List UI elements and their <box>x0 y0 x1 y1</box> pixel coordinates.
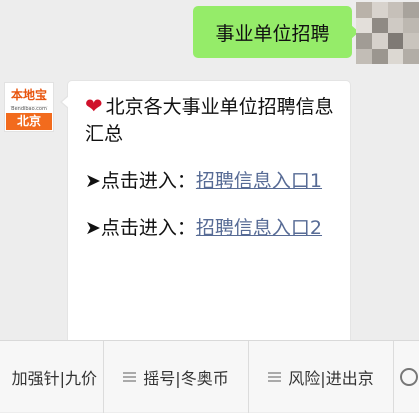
bendibao-domain: Bendibao.com <box>11 106 47 112</box>
menu-item-label: 风险|进出京 <box>288 368 374 388</box>
bendibao-avatar[interactable]: 本地宝 Bendibao.com 北京 <box>4 82 54 132</box>
entry-prefix: ➤点击进入： <box>85 170 196 192</box>
menu-item-label: 加强针|九价 <box>11 368 97 388</box>
keyboard-toggle-button[interactable] <box>394 341 419 413</box>
outgoing-message-bubble[interactable]: 事业单位招聘 <box>193 6 359 58</box>
recruitment-link-1[interactable]: 招聘信息入口1 <box>196 170 322 192</box>
menu-item-label: 摇号|冬奥币 <box>143 368 229 388</box>
user-avatar[interactable] <box>356 2 419 64</box>
menu-list-icon <box>268 371 282 382</box>
headline-text: 北京各大事业单位招聘信息汇总 <box>85 96 334 145</box>
menu-item-risk-travel[interactable]: 风险|进出京 <box>249 340 394 413</box>
menu-item-lottery-coin[interactable]: 摇号|冬奥币 <box>104 340 249 413</box>
entry-line: ➤点击进入：招聘信息入口1 <box>85 168 340 195</box>
keyboard-icon <box>400 367 418 386</box>
bottom-menu-bar: 加强针|九价 摇号|冬奥币 风险|进出京 <box>0 340 419 413</box>
entry-line: ➤点击进入：招聘信息入口2 <box>85 215 340 242</box>
heart-icon: ❤ <box>85 94 103 118</box>
menu-list-icon <box>123 371 137 382</box>
entry-prefix: ➤点击进入： <box>85 217 196 239</box>
chat-area: 事业单位招聘 本地宝 Bendibao.com 北京 ❤ 北京各大事业单位招聘信息… <box>0 0 419 350</box>
message-headline: ❤ 北京各大事业单位招聘信息汇总 <box>85 93 340 148</box>
outgoing-message-text: 事业单位招聘 <box>215 22 330 45</box>
bendibao-logo: 本地宝 <box>10 86 48 107</box>
incoming-message-bubble: ❤ 北京各大事业单位招聘信息汇总 ➤点击进入：招聘信息入口1 ➤点击进入：招聘信息… <box>60 80 351 350</box>
recruitment-link-2[interactable]: 招聘信息入口2 <box>196 217 322 239</box>
menu-item-booster-hpv[interactable]: 加强针|九价 <box>0 340 104 413</box>
bendibao-city-badge: 北京 <box>6 113 52 130</box>
